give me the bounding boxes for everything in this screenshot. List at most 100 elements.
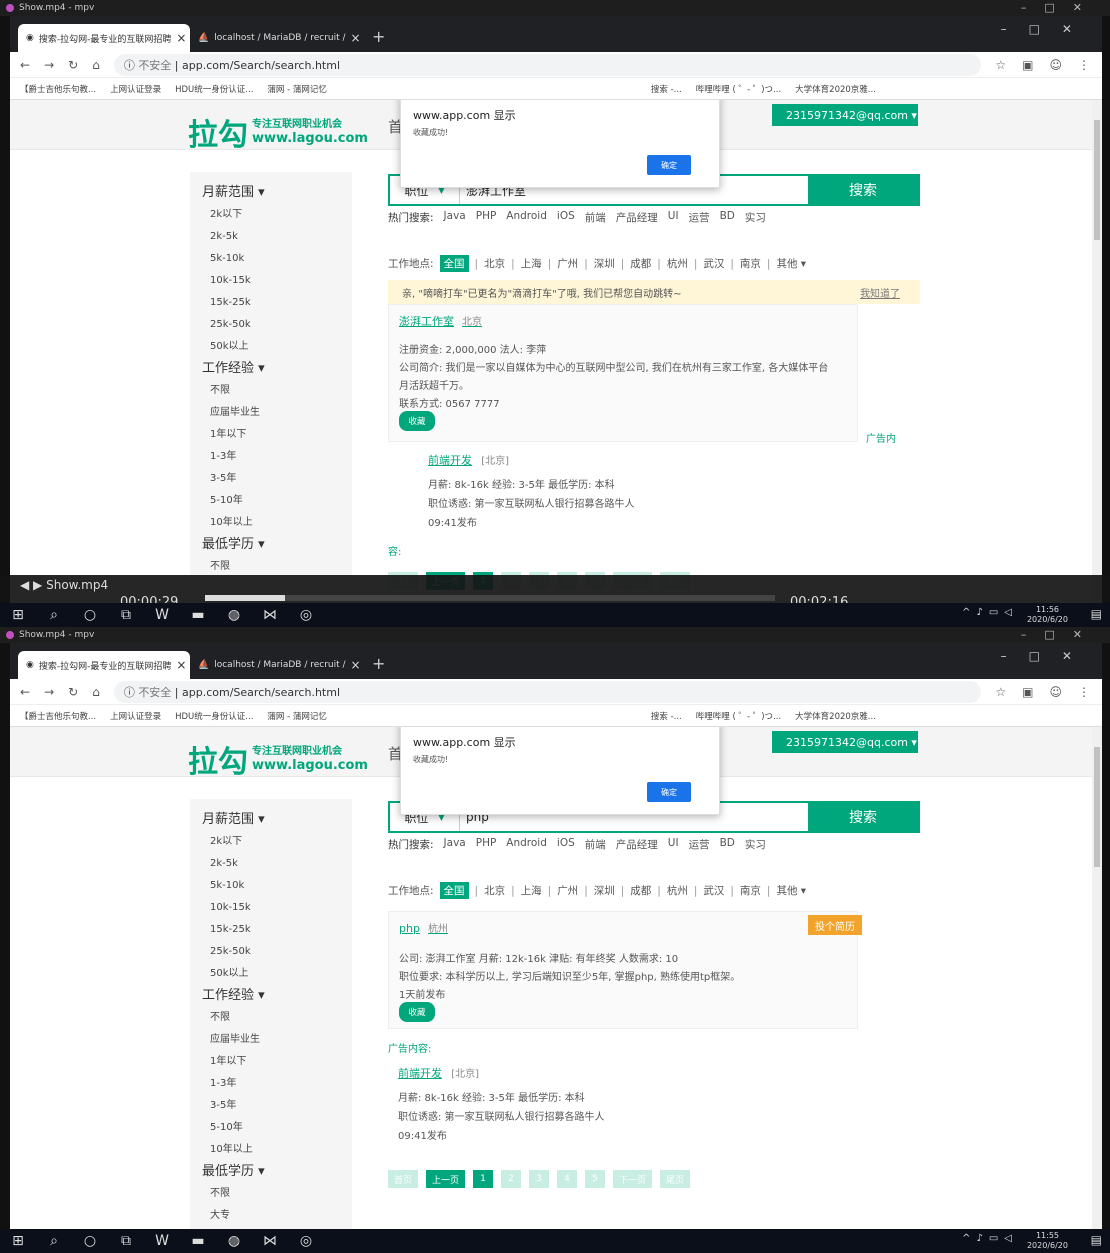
window-controls[interactable]: –□✕ [1021,1,1100,14]
filter-item[interactable]: 10k-15k [190,270,352,292]
page-button[interactable]: 1 [473,1170,494,1188]
filter-item[interactable]: 15k-25k [190,919,352,941]
loc-item[interactable]: 武汉 [703,256,724,271]
bookmark-item[interactable]: 大学体育2020京雅... [795,83,876,95]
search-button[interactable]: 搜索 [808,803,918,831]
bookmark-item[interactable]: 哔哩哔哩 ( ゜- ゜)つ... [696,710,781,722]
filter-item[interactable]: 1年以下 [190,1051,352,1073]
filter-item[interactable]: 5k-10k [190,875,352,897]
filter-item[interactable]: 25k-50k [190,314,352,336]
close-icon[interactable]: × [351,31,361,45]
filter-item[interactable]: 10k-15k [190,897,352,919]
taskview-icon[interactable]: ⧉ [108,1233,144,1249]
filter-item[interactable]: 10年以上 [190,512,352,534]
mpv-icon[interactable]: ◎ [288,607,324,623]
back-icon[interactable]: ← [20,685,30,699]
job-title-link[interactable]: php 杭州 [399,920,448,935]
tab-phpmyadmin[interactable]: ⛵ localhost / MariaDB / recruit / × [190,651,362,679]
filter-item[interactable]: 10年以上 [190,1139,352,1161]
page-button[interactable]: 4 [557,1170,578,1188]
loc-item[interactable]: 南京 [740,883,761,898]
reload-icon[interactable]: ↻ [68,58,78,72]
forward-icon[interactable]: → [44,685,54,699]
bookmark-item[interactable]: 哔哩哔哩 ( ゜- ゜)つ... [696,83,781,95]
close-icon[interactable]: × [176,31,186,45]
hot-link[interactable]: 产品经理 [616,210,658,225]
url-field[interactable]: ⓘ 不安全 | app.com/Search/search.html [113,53,982,76]
loc-item[interactable]: 武汉 [703,883,724,898]
bookmark-item[interactable]: 【爵士吉他乐句教... [20,83,96,95]
vscode-icon[interactable]: ⋈ [252,1233,288,1249]
clock[interactable]: 11:56 2020/6/20 [1027,605,1068,625]
tray-icons[interactable]: ^♪▭◁ [962,607,1018,618]
loc-item[interactable]: 上海 [521,256,542,271]
hot-link[interactable]: UI [668,210,679,225]
job-title-link[interactable]: 前端开发 [428,454,472,467]
folder-icon[interactable]: ▬ [180,607,216,623]
tab-search[interactable]: ◉ 搜索-拉勾网-最专业的互联网招聘 × [18,651,190,679]
menu-icon[interactable]: ⋮ [1078,58,1090,72]
word-icon[interactable]: W [144,607,180,623]
site-logo[interactable]: 拉勾 专注互联网职业机会 www.lagou.com [188,737,368,781]
tab-phpmyadmin[interactable]: ⛵ localhost / MariaDB / recruit / × [190,24,362,52]
page-button[interactable]: 首页 [388,1170,419,1188]
vscode-icon[interactable]: ⋈ [252,607,288,623]
forward-icon[interactable]: → [44,58,54,72]
hot-link[interactable]: 前端 [585,837,606,852]
hot-link[interactable]: Java [444,210,466,225]
folder-icon[interactable]: ▬ [180,1233,216,1249]
bookmark-item[interactable]: 蒲网 - 蒲网记忆 [267,83,326,95]
filter-item[interactable]: 2k以下 [190,204,352,226]
avatar[interactable]: ☺ [1049,685,1062,699]
filter-item[interactable]: 不限 [190,1183,352,1205]
page-button[interactable]: 尾页 [660,1170,691,1188]
page-button[interactable]: 5 [585,1170,606,1188]
loc-item[interactable]: 北京 [484,883,505,898]
taskview-icon[interactable]: ⧉ [108,607,144,623]
edu-filter-title[interactable]: 最低学历 ▾ [190,1161,352,1183]
bookmark-item[interactable]: 搜索 -... [651,710,682,722]
loc-item[interactable]: 上海 [521,883,542,898]
close-icon[interactable]: × [351,658,361,672]
dismiss-link[interactable]: 我知道了 [860,285,900,300]
filter-item[interactable]: 应届毕业生 [190,402,352,424]
bookmark-item[interactable]: 搜索 -... [651,83,682,95]
loc-item[interactable]: 其他 ▾ [776,883,806,898]
new-tab-button[interactable]: + [362,27,395,52]
loc-item[interactable]: 广州 [557,256,578,271]
exp-filter-title[interactable]: 工作经验 ▾ [190,985,352,1007]
star-icon[interactable]: ☆ [995,58,1006,72]
loc-item[interactable]: 全国 [439,882,469,899]
salary-filter-title[interactable]: 月薪范围 ▾ [190,809,352,831]
hot-link[interactable]: iOS [557,837,575,852]
hot-link[interactable]: 产品经理 [616,837,658,852]
user-menu[interactable]: 2315971342@qq.com ▾ [772,104,918,126]
window-controls[interactable]: –□✕ [1001,22,1094,36]
loc-item[interactable]: 深圳 [594,883,615,898]
filter-item[interactable]: 2k-5k [190,226,352,248]
windows-icon[interactable]: ⊞ [0,607,36,623]
cortana-icon[interactable]: ○ [72,607,108,623]
chrome-icon[interactable]: ◍ [216,1233,252,1249]
hot-link[interactable]: iOS [557,210,575,225]
filter-item[interactable]: 应届毕业生 [190,1029,352,1051]
search-icon[interactable]: ⌕ [36,1233,72,1249]
filter-item[interactable]: 不限 [190,380,352,402]
filter-item[interactable]: 25k-50k [190,941,352,963]
exp-filter-title[interactable]: 工作经验 ▾ [190,358,352,380]
hot-link[interactable]: 运营 [689,210,710,225]
hot-link[interactable]: 运营 [689,837,710,852]
bookmark-item[interactable]: 蒲网 - 蒲网记忆 [267,710,326,722]
favorite-button[interactable]: 收藏 [399,1002,435,1022]
page-button[interactable]: 下一页 [613,1170,653,1188]
hot-link[interactable]: 实习 [745,210,766,225]
edu-filter-title[interactable]: 最低学历 ▾ [190,534,352,556]
notification-icon[interactable]: ▤ [1091,1233,1102,1247]
filter-item[interactable]: 3-5年 [190,468,352,490]
star-icon[interactable]: ☆ [995,685,1006,699]
tab-search[interactable]: ◉ 搜索-拉勾网-最专业的互联网招聘 × [18,24,190,52]
loc-item[interactable]: 杭州 [667,256,688,271]
url-field[interactable]: ⓘ 不安全 | app.com/Search/search.html [113,680,982,703]
salary-filter-title[interactable]: 月薪范围 ▾ [190,182,352,204]
site-logo[interactable]: 拉勾 专注互联网职业机会 www.lagou.com [188,110,368,154]
